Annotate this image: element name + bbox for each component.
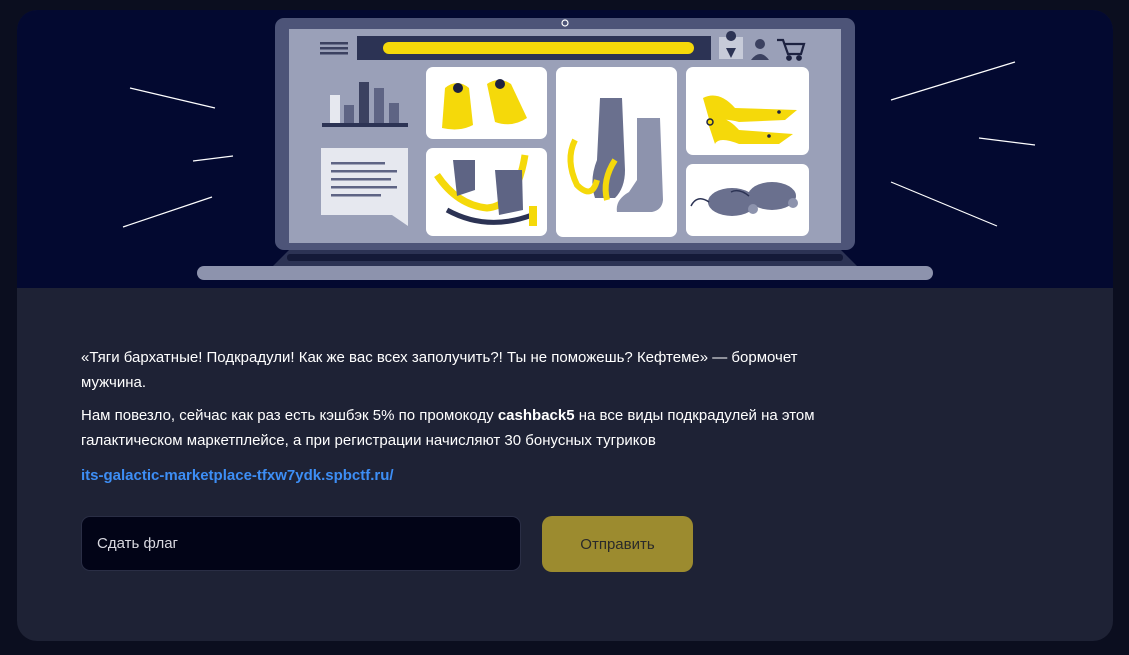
promo-text-before: Нам повезло, сейчас как раз есть кэшбэк … <box>81 407 498 424</box>
challenge-card: «Тяги бархатные! Подкрадули! Как же вас … <box>17 10 1113 641</box>
laptop-marketplace-illustration <box>122 18 1036 280</box>
product-card-crocodile-heels <box>686 67 809 155</box>
quote-paragraph: «Тяги бархатные! Подкрадули! Как же вас … <box>81 349 798 391</box>
story-text: «Тяги бархатные! Подкрадули! Как же вас … <box>81 345 841 485</box>
promo-paragraph: Нам повезло, сейчас как раз есть кэшбэк … <box>81 403 841 453</box>
product-card-boot-pair-with-tails <box>426 148 547 236</box>
menu-icon <box>320 42 348 55</box>
product-card-yellow-flippers <box>426 67 547 139</box>
chat-bubble-icon <box>321 148 408 226</box>
marketplace-link[interactable]: its-galactic-marketplace-tfxw7ydk.spbctf… <box>81 467 394 484</box>
promo-code: cashback5 <box>497 407 575 424</box>
product-card-tall-boots <box>556 67 677 237</box>
user-icon <box>755 39 765 49</box>
flag-input[interactable] <box>81 516 521 571</box>
laptop-base <box>197 266 933 280</box>
hero-illustration <box>17 10 1113 288</box>
product-card-mouse-slippers <box>686 164 809 236</box>
submit-button[interactable]: Отправить <box>542 516 693 572</box>
